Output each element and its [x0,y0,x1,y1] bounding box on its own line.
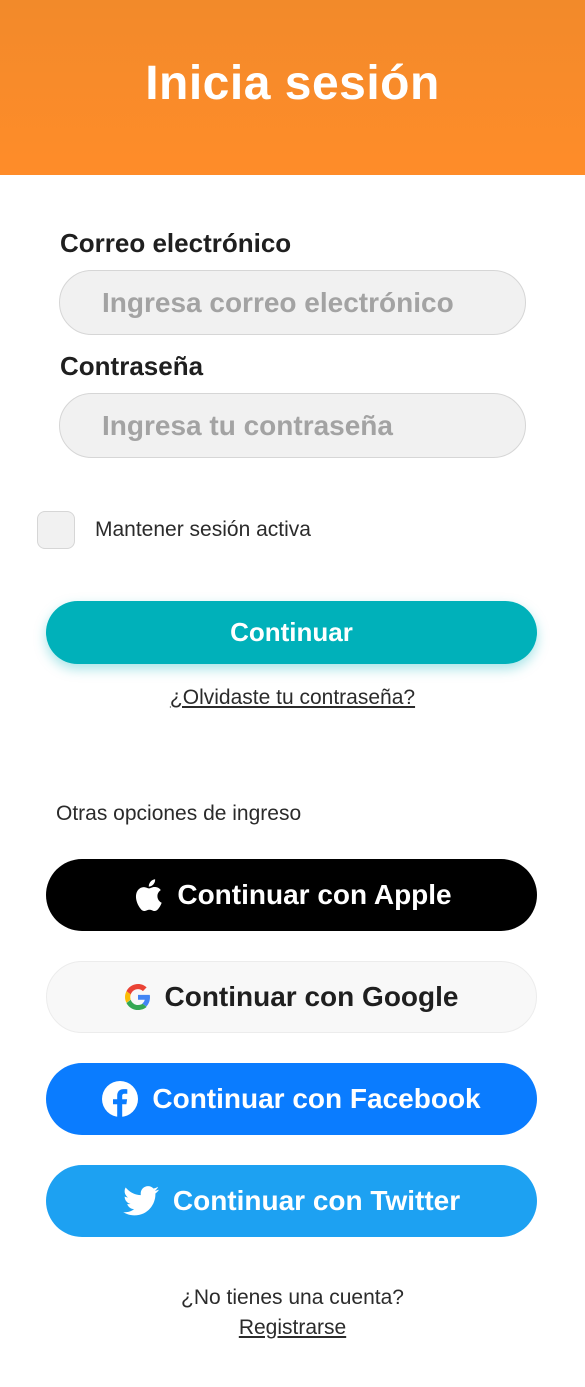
facebook-login-label: Continuar con Facebook [152,1083,481,1114]
password-field[interactable] [59,393,526,458]
page-title: Inicia sesión [145,57,440,110]
continue-button[interactable]: Continuar [46,601,537,664]
apple-login-button[interactable]: Continuar con Apple [46,859,537,931]
twitter-icon [123,1186,159,1216]
google-login-button[interactable]: Continuar con Google [46,961,537,1033]
facebook-login-button[interactable]: Continuar con Facebook [46,1063,537,1135]
google-login-label: Continuar con Google [164,981,459,1012]
signup-link[interactable]: Registrarse [0,1316,585,1340]
remember-checkbox[interactable] [37,511,75,549]
twitter-login-label: Continuar con Twitter [172,1185,461,1216]
forgot-password-link[interactable]: ¿Olvidaste tu contraseña? [0,686,585,710]
header-bar: Inicia sesión [0,0,585,175]
remember-label: Mantener sesión activa [95,518,311,541]
email-field[interactable] [59,270,526,335]
other-options-label: Otras opciones de ingreso [56,802,302,825]
signup-prompt: ¿No tienes una cuenta? [181,1286,404,1309]
apple-login-label: Continuar con Apple [177,879,452,910]
apple-icon [131,877,163,913]
facebook-icon [102,1081,139,1117]
email-label: Correo electrónico [60,228,292,258]
twitter-login-button[interactable]: Continuar con Twitter [46,1165,537,1237]
google-icon [124,984,151,1010]
password-label: Contraseña [60,351,204,381]
